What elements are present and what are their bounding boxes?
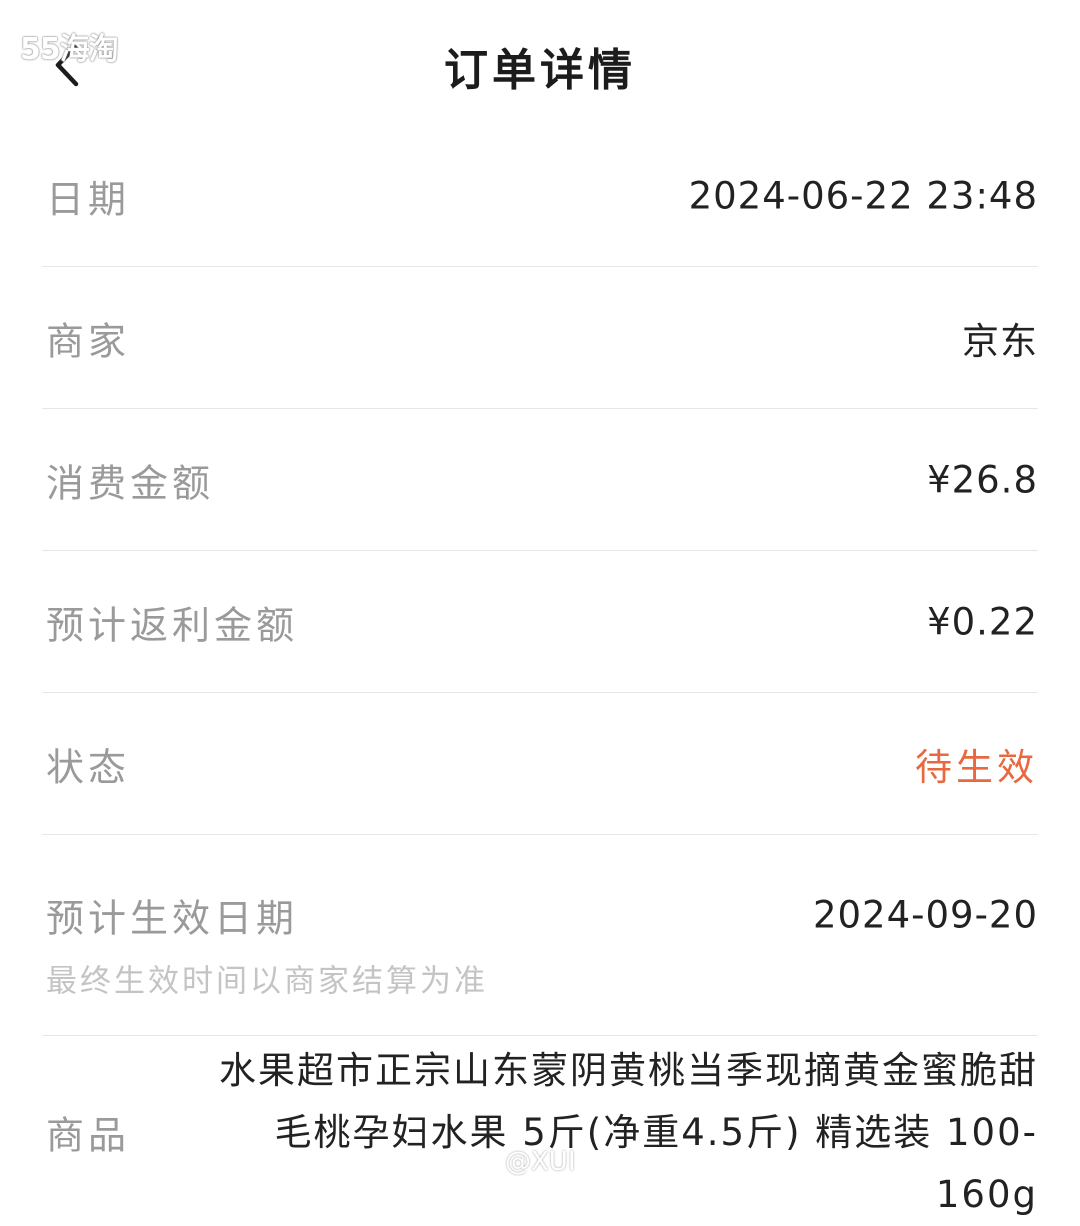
detail-row-amount: 消费金额 ¥26.8	[42, 409, 1038, 551]
detail-row-status: 状态 待生效	[42, 693, 1038, 835]
date-value: 2024-06-22 23:48	[688, 174, 1038, 217]
detail-row-merchant: 商家 京东	[42, 267, 1038, 409]
rebate-label: 预计返利金额	[46, 603, 299, 647]
date-label: 日期	[46, 177, 131, 221]
effective-date-note: 最终生效时间以商家结算为准	[46, 963, 488, 1000]
status-label: 状态	[46, 745, 131, 789]
watermark-user: @XUI	[505, 1147, 576, 1177]
merchant-value: 京东	[962, 319, 1038, 363]
rebate-value: ¥0.22	[927, 600, 1038, 643]
watermark-logo: 55海淘	[20, 32, 119, 67]
effective-date-label: 预计生效日期	[46, 896, 299, 941]
product-label: 商品	[46, 1113, 131, 1158]
detail-row-effective-date: 预计生效日期 2024-09-20 最终生效时间以商家结算为准	[42, 835, 1038, 1036]
amount-label: 消费金额	[46, 461, 215, 505]
page-title: 订单详情	[444, 45, 636, 96]
product-name: 水果超市正宗山东蒙阴黄桃当季现摘黄金蜜脆甜毛桃孕妇水果 5斤(净重4.5斤) 精…	[219, 1049, 1038, 1216]
detail-row-product: 商品 水果超市正宗山东蒙阴黄桃当季现摘黄金蜜脆甜毛桃孕妇水果 5斤(净重4.5斤…	[42, 1036, 1038, 1226]
order-detail-list: 日期 2024-06-22 23:48 商家 京东 消费金额 ¥26.8 预计返…	[0, 125, 1080, 1226]
amount-value: ¥26.8	[927, 458, 1038, 501]
detail-row-date: 日期 2024-06-22 23:48	[42, 125, 1038, 267]
detail-row-rebate: 预计返利金额 ¥0.22	[42, 551, 1038, 693]
status-badge: 待生效	[915, 745, 1038, 789]
merchant-label: 商家	[46, 319, 131, 363]
effective-date-value: 2024-09-20	[812, 893, 1038, 937]
